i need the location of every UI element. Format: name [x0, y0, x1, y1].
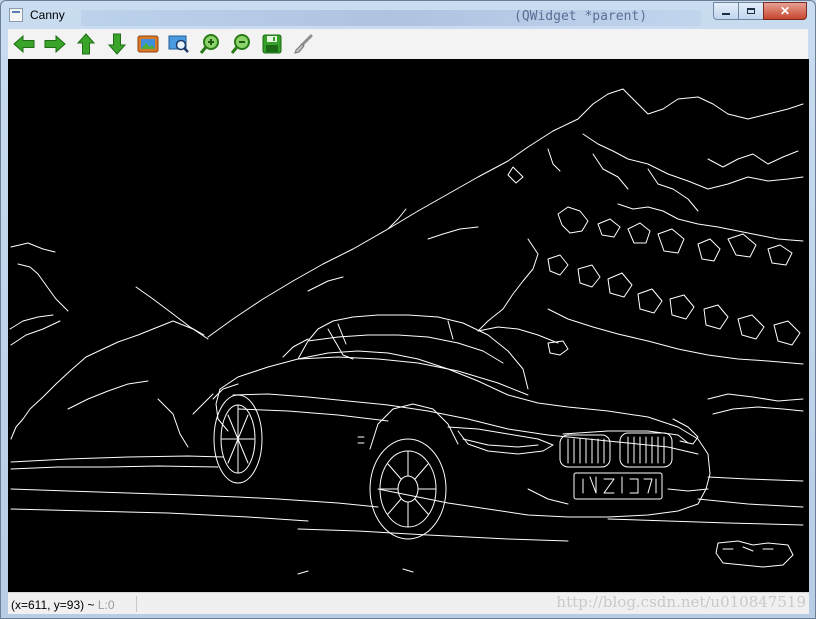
- app-window: (QWidget *parent) Canny ✕ (x=611, y=93) …: [0, 0, 816, 619]
- properties-button[interactable]: [290, 31, 316, 57]
- status-divider: [136, 596, 137, 612]
- arrow-left-icon: [13, 34, 35, 54]
- status-coordinates: (x=611, y=93) ~ L:0: [11, 598, 115, 612]
- image-canvas[interactable]: [8, 59, 809, 592]
- pan-right-button[interactable]: [42, 31, 68, 57]
- maximize-icon: [747, 8, 755, 14]
- close-icon: ✕: [779, 4, 791, 18]
- image-icon: [137, 35, 159, 53]
- minimize-icon: [722, 13, 730, 15]
- zoom-out-icon: [230, 34, 250, 54]
- toolbar: [8, 29, 808, 59]
- save-icon: [262, 34, 282, 54]
- pixel-coordinates: (x=611, y=93) ~: [11, 598, 98, 612]
- zoom-fit-icon: [168, 35, 189, 53]
- arrow-right-icon: [44, 34, 66, 54]
- arrow-up-icon: [76, 33, 96, 55]
- title-bar[interactable]: Canny ✕: [1, 1, 815, 29]
- blog-watermark: http://blog.csdn.net/u010847519: [556, 593, 806, 611]
- pan-down-button[interactable]: [104, 31, 130, 57]
- status-bar: (x=611, y=93) ~ L:0 http://blog.csdn.net…: [8, 592, 809, 614]
- pan-up-button[interactable]: [73, 31, 99, 57]
- level-indicator: L:0: [97, 598, 115, 612]
- zoom-fit-button[interactable]: [166, 31, 192, 57]
- caption-buttons: ✕: [713, 2, 807, 21]
- image-button[interactable]: [135, 31, 161, 57]
- close-button[interactable]: ✕: [763, 2, 807, 20]
- canny-edge-image: [9, 88, 804, 575]
- app-icon: [9, 8, 23, 22]
- zoom-in-button[interactable]: [197, 31, 223, 57]
- maximize-button[interactable]: [738, 2, 764, 20]
- zoom-in-icon: [199, 34, 219, 54]
- save-button[interactable]: [259, 31, 285, 57]
- pan-left-button[interactable]: [11, 31, 37, 57]
- window-title: Canny: [30, 8, 65, 22]
- brush-icon: [294, 34, 313, 54]
- arrow-down-icon: [107, 33, 127, 55]
- zoom-out-button[interactable]: [228, 31, 254, 57]
- minimize-button[interactable]: [713, 2, 739, 20]
